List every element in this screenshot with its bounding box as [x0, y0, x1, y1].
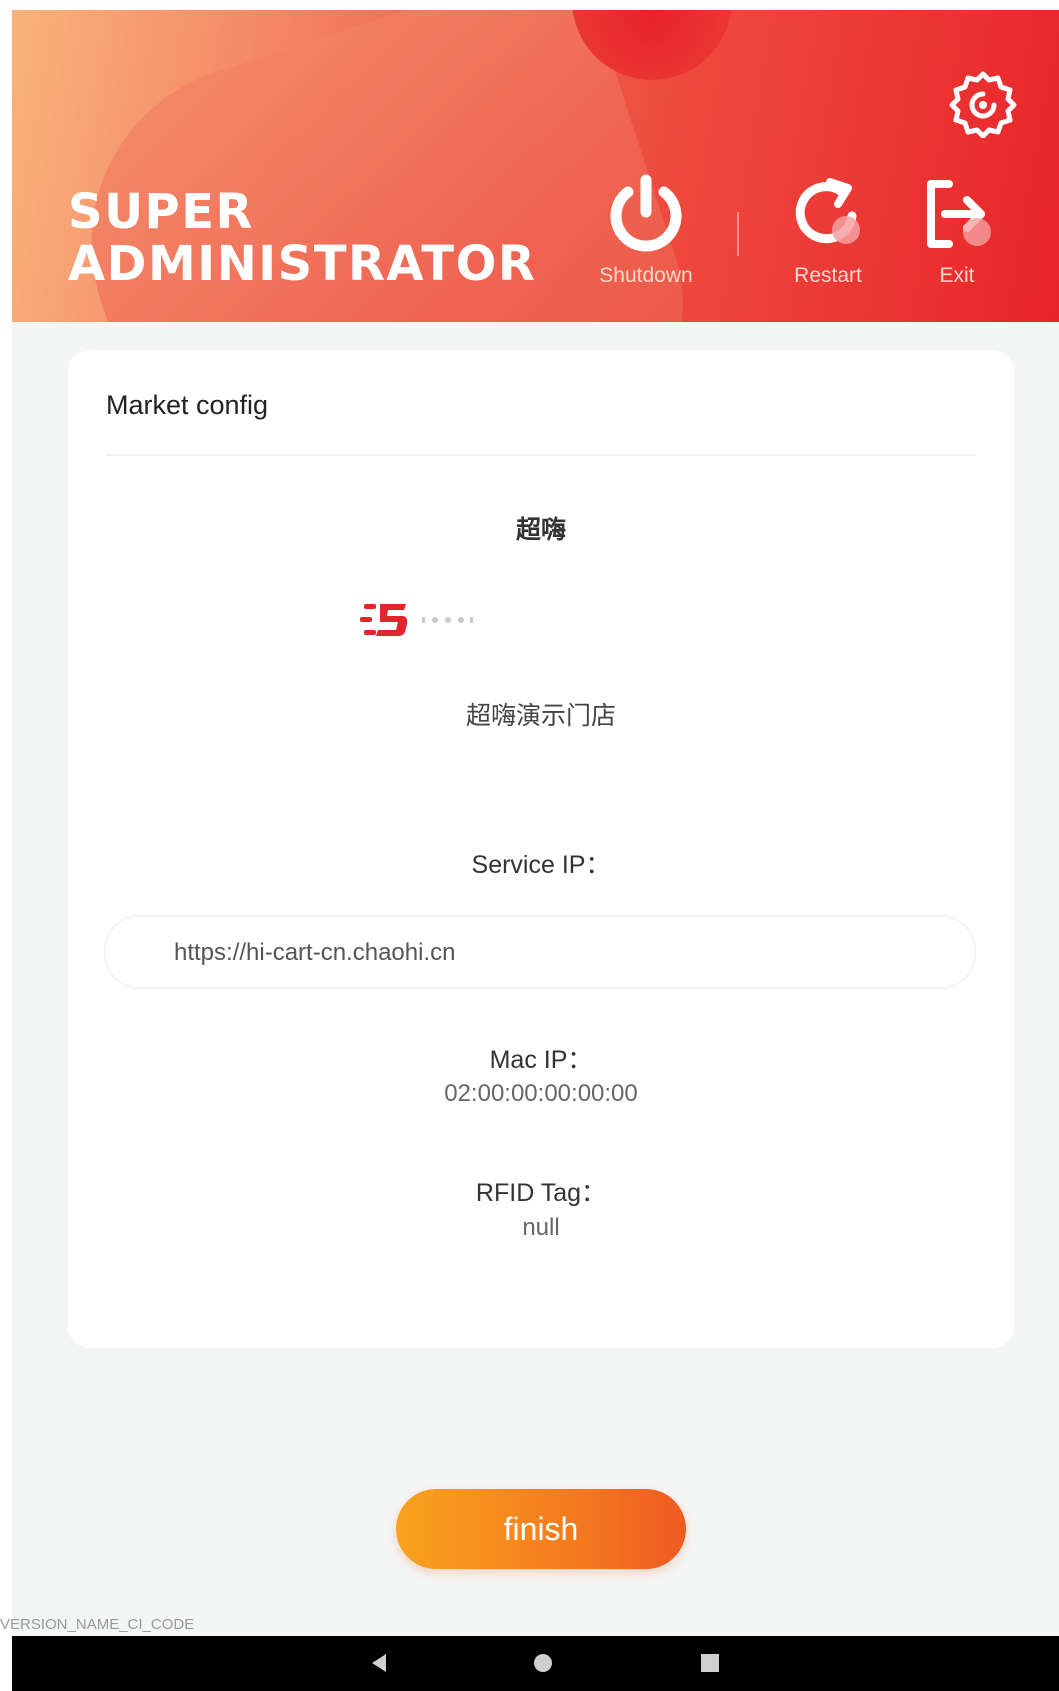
market-config-card: Market config 超嗨 超嗨演示门店 Service IP： http…	[68, 350, 1014, 1348]
store-logo	[360, 604, 473, 636]
restart-label: Restart	[794, 264, 862, 287]
gear-icon	[949, 71, 1017, 139]
service-ip-value: https://hi-cart-cn.chaohi.cn	[174, 939, 456, 966]
service-ip-label: Service IP：	[471, 851, 611, 879]
version-text: VERSION_NAME_CI_CODE	[0, 1616, 195, 1633]
system-nav-bar	[12, 1636, 1059, 1691]
recents-square-icon[interactable]	[696, 1649, 724, 1677]
shutdown-button[interactable]: Shutdown	[586, 172, 706, 288]
card-divider	[106, 454, 976, 456]
restart-icon	[795, 178, 860, 244]
shutdown-label: Shutdown	[599, 264, 693, 287]
finish-button[interactable]: finish	[396, 1489, 686, 1569]
rfid-tag-value: null	[522, 1214, 560, 1241]
restart-button[interactable]: Restart	[778, 172, 878, 288]
title-line-1: SUPER	[68, 184, 254, 240]
header-banner: SUPER ADMINISTRATOR Shutdown Restart Exi…	[12, 10, 1059, 322]
home-circle-icon[interactable]	[529, 1649, 557, 1677]
store-short-name: 超嗨	[515, 516, 566, 544]
store-name: 超嗨演示门店	[465, 702, 616, 730]
header-divider	[737, 212, 739, 256]
card-title: Market config	[106, 390, 269, 420]
settings-button[interactable]	[948, 68, 1018, 139]
mac-ip-value: 02:00:00:00:00:00	[444, 1080, 638, 1107]
rfid-tag-label: RFID Tag：	[475, 1179, 607, 1207]
exit-icon	[927, 180, 991, 248]
title-line-2: ADMINISTRATOR	[68, 236, 537, 292]
back-triangle-icon[interactable]	[366, 1649, 394, 1677]
page-title: SUPER ADMINISTRATOR	[68, 186, 536, 290]
service-ip-input[interactable]: https://hi-cart-cn.chaohi.cn	[104, 915, 976, 989]
power-icon	[610, 174, 682, 252]
exit-button[interactable]: Exit	[912, 172, 1002, 288]
exit-label: Exit	[939, 264, 975, 287]
app-root: SUPER ADMINISTRATOR Shutdown Restart Exi…	[12, 10, 1059, 1691]
mac-ip-label: Mac IP：	[489, 1046, 593, 1074]
